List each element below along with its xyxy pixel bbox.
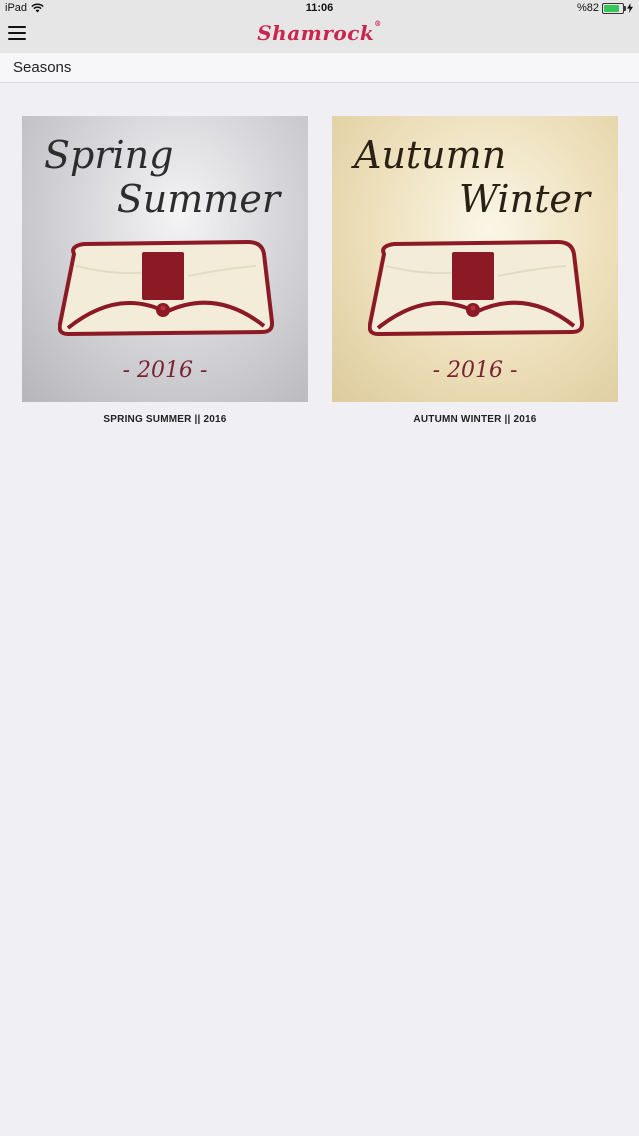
brand-logo: Shamrock® [0, 19, 639, 45]
charging-bolt-icon [627, 3, 633, 13]
season-year: - 2016 - [432, 358, 518, 383]
status-time: 11:06 [305, 2, 334, 14]
brand-name: Shamrock [257, 21, 375, 45]
clutch-bag-image [368, 240, 584, 336]
battery-fill [604, 4, 619, 12]
season-word-2: Winter [459, 177, 590, 221]
season-word-1: Autumn [354, 133, 507, 177]
registered-mark: ® [374, 19, 382, 28]
status-bar: iPad 11:06 %82 [0, 0, 639, 16]
season-word-2: Summer [116, 177, 280, 221]
section-header: Seasons [0, 53, 639, 83]
season-word-1: Spring [44, 133, 174, 177]
season-card-autumn-winter[interactable]: Autumn Winter - 2016 - AUTUMN WINTER || … [332, 116, 618, 425]
clutch-bag-image [58, 240, 274, 336]
status-right: %82 [577, 2, 633, 14]
battery-icon [602, 2, 626, 14]
season-thumbnail[interactable]: Spring Summer - 2016 - [22, 116, 308, 402]
season-year: - 2016 - [122, 358, 208, 383]
page-title: Seasons [13, 59, 72, 76]
season-card-spring-summer[interactable]: Spring Summer - 2016 - SPRING SUMMER || … [22, 116, 308, 425]
season-caption[interactable]: AUTUMN WINTER || 2016 [332, 414, 618, 425]
nav-bar: Shamrock® [0, 16, 639, 54]
season-caption[interactable]: SPRING SUMMER || 2016 [22, 414, 308, 425]
season-thumbnail[interactable]: Autumn Winter - 2016 - [332, 116, 618, 402]
battery-percent: %82 [576, 2, 599, 14]
